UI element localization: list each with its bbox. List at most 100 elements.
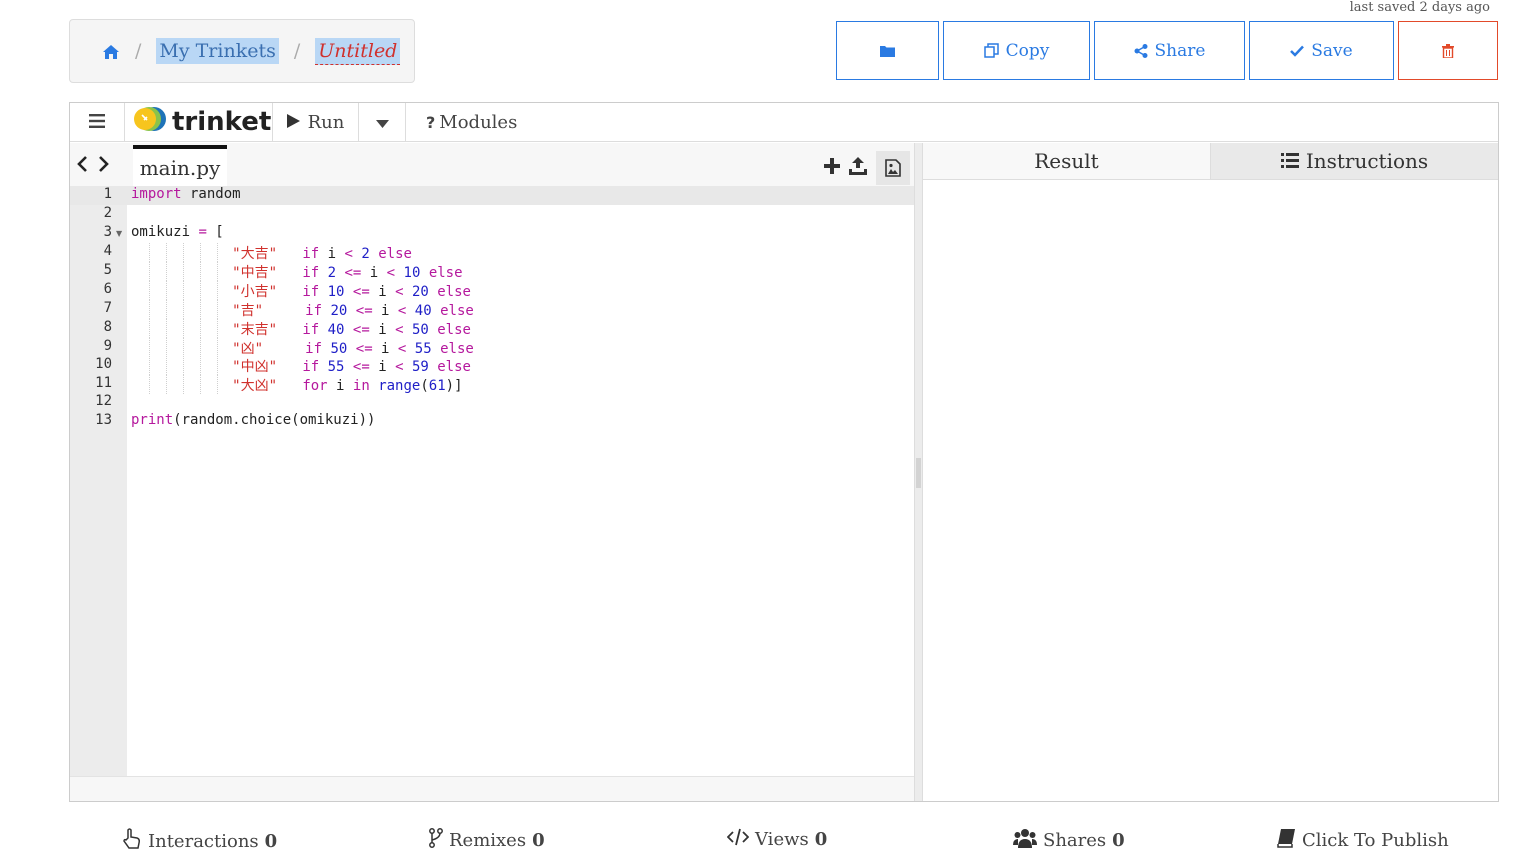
stats-footer: Interactions 0 Remixes 0 Views 0 Shares …: [0, 828, 1536, 862]
code-line: "中吉" if 2 <= i < 10 else: [232, 265, 463, 281]
copy-label: Copy: [1005, 40, 1050, 61]
file-tab-bar: main.py: [70, 143, 914, 186]
file-tab-main[interactable]: main.py: [133, 145, 227, 186]
views-stat[interactable]: Views 0: [726, 828, 828, 851]
code-area[interactable]: 1 2 3 ▼ 4 5 6 7 8 9 10 11 12 13 import r…: [70, 186, 914, 776]
line-number: 8: [103, 319, 112, 335]
add-file-icon[interactable]: [824, 158, 840, 178]
menu-button[interactable]: [70, 103, 125, 141]
line-number: 5: [103, 262, 112, 278]
line-number: 1: [103, 186, 112, 202]
folder-button[interactable]: [836, 21, 939, 80]
tab-result[interactable]: Result: [923, 143, 1211, 179]
trinket-title[interactable]: Untitled: [315, 37, 401, 65]
book-icon: [1277, 828, 1296, 853]
question-icon: ?: [426, 112, 436, 132]
shares-stat[interactable]: Shares 0: [1013, 828, 1125, 853]
tab-nav: [76, 155, 110, 177]
output-tabs: Result Instructions: [923, 143, 1498, 180]
chevron-left-icon[interactable]: [76, 155, 88, 177]
views-label: Views: [755, 829, 809, 850]
toolbar: trinket Run ? Modules: [70, 103, 1498, 142]
line-number: 6: [103, 281, 112, 297]
breadcrumb-my-trinkets[interactable]: My Trinkets: [156, 38, 279, 64]
copy-icon: [983, 43, 999, 58]
code-line: "小吉" if 10 <= i < 20 else: [232, 284, 471, 300]
code-editor-panel: main.py 1 2 3 ▼ 4 5 6 7 8 9 10 11 12 13 …: [70, 143, 914, 801]
image-library-button[interactable]: [876, 151, 910, 185]
shares-label: Shares: [1043, 830, 1107, 851]
fold-arrow-icon[interactable]: ▼: [116, 229, 122, 238]
code-line: "中凶" if 55 <= i < 59 else: [232, 359, 471, 375]
pointer-hand-icon: [122, 828, 142, 855]
interactions-label: Interactions: [148, 831, 259, 852]
breadcrumb-separator: /: [135, 40, 142, 62]
list-icon: [1280, 149, 1299, 173]
code-line: "吉" if 20 <= i < 40 else: [232, 303, 474, 319]
folder-icon: [880, 45, 895, 57]
run-options-dropdown[interactable]: [359, 103, 406, 141]
code-line: "大凶" for i in range(61)]: [232, 378, 463, 394]
line-number: 10: [95, 356, 112, 372]
panel-splitter[interactable]: [914, 143, 923, 801]
caret-down-icon: [375, 112, 389, 133]
chevron-right-icon[interactable]: [98, 155, 110, 177]
line-number: 12: [95, 393, 112, 409]
views-count: 0: [814, 829, 828, 850]
tab-instructions[interactable]: Instructions: [1211, 143, 1498, 179]
share-icon: [1134, 43, 1148, 58]
splitter-grip[interactable]: [916, 458, 921, 488]
remixes-label: Remixes: [449, 830, 527, 851]
line-number: 4: [103, 243, 112, 259]
breadcrumb-separator: /: [293, 40, 301, 62]
line-number: 9: [103, 338, 112, 354]
run-label: Run: [307, 111, 345, 133]
save-button[interactable]: Save: [1249, 21, 1394, 80]
line-number: 11: [95, 375, 112, 391]
output-panel: Result Instructions: [923, 143, 1498, 801]
shares-count: 0: [1112, 830, 1125, 851]
home-icon[interactable]: [102, 43, 120, 59]
breadcrumb: / My Trinkets / Untitled: [69, 19, 415, 83]
tab-result-label: Result: [1034, 149, 1099, 173]
brand-name: trinket: [172, 107, 272, 137]
copy-button[interactable]: Copy: [943, 21, 1090, 80]
trash-icon: [1442, 43, 1454, 58]
share-label: Share: [1154, 40, 1206, 61]
modules-button[interactable]: ? Modules: [406, 103, 517, 141]
interactions-count: 0: [264, 831, 278, 852]
run-button[interactable]: Run: [273, 103, 359, 141]
line-number: 3: [103, 224, 112, 240]
modules-label: Modules: [439, 111, 518, 133]
line-number: 2: [103, 205, 112, 221]
trinket-logo-icon: [133, 106, 167, 139]
code-fork-icon: [429, 828, 443, 853]
code-line: print(random.choice(omikuzi)): [131, 412, 376, 428]
last-saved-status: last saved 2 days ago: [1349, 0, 1490, 15]
upload-icon[interactable]: [849, 157, 867, 179]
check-icon: [1290, 45, 1305, 57]
line-number: 7: [103, 300, 112, 316]
publish-link[interactable]: Click To Publish: [1277, 828, 1449, 853]
hamburger-icon: [89, 112, 105, 133]
brand-logo[interactable]: trinket: [125, 103, 273, 141]
code-line: "凶" if 50 <= i < 55 else: [232, 341, 474, 357]
share-button[interactable]: Share: [1094, 21, 1245, 80]
code-line: import random: [131, 186, 241, 202]
image-icon: [885, 159, 901, 177]
delete-button[interactable]: [1398, 21, 1498, 80]
interactions-stat[interactable]: Interactions 0: [122, 828, 277, 855]
publish-label: Click To Publish: [1302, 830, 1449, 851]
remixes-count: 0: [532, 830, 545, 851]
line-number: 13: [95, 412, 112, 428]
save-label: Save: [1311, 40, 1353, 61]
trinket-frame: trinket Run ? Modules main.py 1 2 3 ▼ 4 …: [69, 102, 1499, 802]
code-icon: [726, 828, 750, 851]
code-line: "大吉" if i < 2 else: [232, 246, 412, 262]
remixes-stat[interactable]: Remixes 0: [429, 828, 545, 853]
action-bar: Copy Share Save: [836, 21, 1498, 80]
code-line: "末吉" if 40 <= i < 50 else: [232, 322, 471, 338]
horizontal-scrollbar[interactable]: [70, 776, 914, 801]
code-line: omikuzi = [: [131, 224, 224, 240]
play-icon: [286, 112, 300, 133]
